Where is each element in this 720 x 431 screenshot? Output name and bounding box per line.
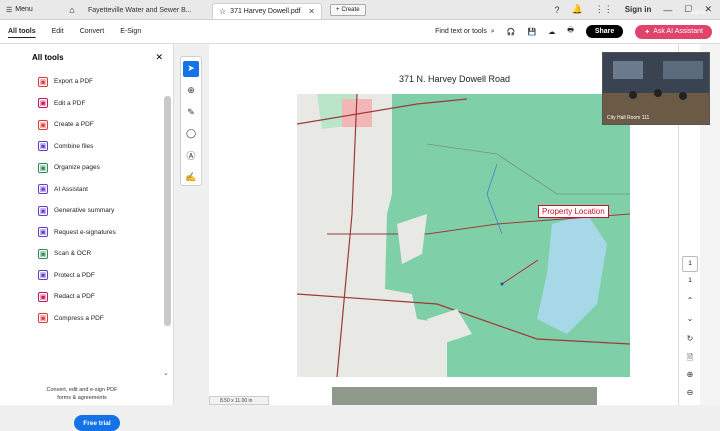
page-number-input[interactable]: 1 bbox=[682, 256, 698, 272]
refresh-icon[interactable]: ↻ bbox=[679, 334, 701, 343]
ai-assistant-button[interactable]: ✦ Ask AI Assistant bbox=[635, 24, 712, 39]
lasso-icon[interactable]: ◯ bbox=[183, 126, 199, 142]
tool-item-label: Create a PDF bbox=[54, 121, 94, 129]
tool-item-combine-files[interactable]: ▣ Combine files bbox=[0, 136, 173, 158]
panel-title: All tools bbox=[32, 53, 64, 62]
close-tab-icon[interactable]: ✕ bbox=[308, 7, 315, 16]
close-window-icon[interactable]: ✕ bbox=[704, 4, 712, 15]
generative-summary-icon: ▣ bbox=[38, 205, 48, 216]
tool-item-label: Compress a PDF bbox=[54, 314, 104, 322]
scan-icon: ▣ bbox=[38, 248, 48, 259]
tool-item-label: Generative summary bbox=[54, 207, 115, 215]
tool-item-edit-a-pdf[interactable]: ▣ Edit a PDF bbox=[0, 93, 173, 115]
tool-item-label: Request e-signatures bbox=[54, 228, 116, 236]
zoom-out-icon[interactable]: ⊖ bbox=[679, 388, 701, 397]
video-overlay: City Hall Room 111 bbox=[602, 52, 710, 125]
page-title: 371 N. Harvey Dowell Road bbox=[399, 74, 511, 84]
hamburger-icon: ☰ bbox=[6, 6, 13, 14]
search-icon: ⌕ bbox=[490, 27, 495, 35]
tool-item-ai-assistant[interactable]: ▣ AI Assistant bbox=[0, 179, 173, 201]
page-size-indicator: 8.50 x 11.00 in bbox=[209, 396, 269, 405]
find-tools-button[interactable]: Find text or tools ⌕ bbox=[435, 28, 495, 36]
tool-item-label: Protect a PDF bbox=[54, 271, 95, 279]
zoom-icon[interactable]: ⊕ bbox=[183, 83, 199, 99]
combine-files-icon: ▣ bbox=[38, 141, 48, 152]
menu-all-tools[interactable]: All tools bbox=[0, 28, 44, 35]
free-trial-button[interactable]: Free trial bbox=[74, 415, 120, 431]
tool-item-request-e-signatures[interactable]: ▣ Request e-signatures bbox=[0, 222, 173, 244]
ai-icon: ✦ bbox=[644, 28, 651, 36]
property-map bbox=[297, 94, 630, 377]
home-icon[interactable]: ⌂ bbox=[62, 5, 82, 15]
tool-item-label: Organize pages bbox=[54, 164, 100, 172]
tool-item-scan-ocr[interactable]: ▣ Scan & OCR bbox=[0, 243, 173, 265]
redact-pdf-icon: ▣ bbox=[38, 291, 48, 302]
property-location-label: Property Location bbox=[538, 205, 609, 218]
select-cursor-icon[interactable]: ➤ bbox=[183, 61, 199, 77]
stamp-icon[interactable]: ✍ bbox=[183, 169, 199, 185]
compress-pdf-icon: ▣ bbox=[38, 313, 48, 324]
create-pdf-icon: ▣ bbox=[38, 119, 48, 130]
cloud-icon[interactable]: ☁ bbox=[548, 28, 555, 36]
tool-item-label: Combine files bbox=[54, 142, 94, 150]
next-page-preview bbox=[332, 387, 597, 405]
zoom-in-icon[interactable]: ⊕ bbox=[679, 370, 701, 379]
panel-scrollbar[interactable] bbox=[164, 96, 171, 326]
bell-icon[interactable]: 🔔 bbox=[571, 4, 582, 15]
menu-esign[interactable]: E-Sign bbox=[112, 28, 149, 35]
plus-icon: + bbox=[336, 6, 340, 13]
tool-item-label: Scan & OCR bbox=[54, 250, 92, 258]
esign-icon: ▣ bbox=[38, 227, 48, 238]
menu-button[interactable]: ☰ Menu bbox=[0, 6, 62, 14]
tool-item-redact-a-pdf[interactable]: ▣ Redact a PDF bbox=[0, 286, 173, 308]
tool-item-protect-a-pdf[interactable]: ▣ Protect a PDF bbox=[0, 265, 173, 287]
edit-pdf-icon: ▣ bbox=[38, 98, 48, 109]
tool-item-label: Redact a PDF bbox=[54, 293, 95, 301]
star-icon[interactable]: ☆ bbox=[219, 7, 226, 16]
tab-fayetteville[interactable]: Fayetteville Water and Sewer B... bbox=[82, 3, 212, 19]
text-select-icon[interactable]: Ⓐ bbox=[183, 148, 199, 164]
property-marker bbox=[500, 282, 504, 286]
pen-icon[interactable]: ✎ bbox=[183, 104, 199, 120]
document-icon[interactable]: 🗎 bbox=[679, 352, 701, 366]
tool-item-export-a-pdf[interactable]: ▣ Export a PDF bbox=[0, 71, 173, 93]
title-bar: ☰ Menu ⌂ Fayetteville Water and Sewer B.… bbox=[0, 0, 720, 20]
chevron-up-icon[interactable]: ⌃ bbox=[679, 296, 701, 305]
share-button[interactable]: Share bbox=[585, 25, 624, 38]
main-toolbar: All tools Edit Convert E-Sign Find text … bbox=[0, 20, 720, 44]
close-panel-icon[interactable]: ✕ bbox=[155, 52, 163, 63]
minimize-icon[interactable]: — bbox=[663, 5, 672, 15]
tool-item-label: AI Assistant bbox=[54, 185, 88, 193]
create-button[interactable]: + Create bbox=[330, 3, 366, 16]
tools-list: ▣ Export a PDF ▣ Edit a PDF ▣ Create a PDF ▣ Co… bbox=[0, 71, 173, 329]
apps-icon[interactable]: ⋮⋮ bbox=[595, 4, 613, 15]
headphones-icon[interactable]: 🎧 bbox=[507, 28, 516, 36]
tool-item-create-a-pdf[interactable]: ▣ Create a PDF bbox=[0, 114, 173, 136]
annotation-toolstrip: ➤ ⊕ ✎ ◯ Ⓐ ✍ bbox=[180, 56, 202, 186]
tool-item-generative-summary[interactable]: ▣ Generative summary bbox=[0, 200, 173, 222]
tab-harvey-dowell[interactable]: ☆ 371 Harvey Dowell.pdf ✕ bbox=[212, 2, 322, 19]
protect-pdf-icon: ▣ bbox=[38, 270, 48, 281]
export-pdf-icon: ▣ bbox=[38, 76, 48, 87]
ai-assistant-icon: ▣ bbox=[38, 184, 48, 195]
print-icon[interactable]: 🖶 bbox=[567, 26, 574, 37]
tool-item-label: Edit a PDF bbox=[54, 99, 86, 107]
page-total: 1 bbox=[688, 278, 692, 284]
tool-item-organize-pages[interactable]: ▣ Organize pages bbox=[0, 157, 173, 179]
video-sign-overlay: Sign in bbox=[690, 10, 706, 16]
organize-pages-icon: ▣ bbox=[38, 162, 48, 173]
video-caption: City Hall Room 111 bbox=[607, 115, 650, 121]
tool-item-compress-a-pdf[interactable]: ▣ Compress a PDF bbox=[0, 308, 173, 330]
save-icon[interactable]: 💾 bbox=[528, 28, 537, 36]
menu-convert[interactable]: Convert bbox=[72, 28, 113, 35]
chevron-down-icon[interactable]: ⌄ bbox=[679, 314, 701, 323]
chevron-down-icon[interactable]: ⌄ bbox=[163, 369, 169, 377]
help-icon[interactable]: ? bbox=[554, 5, 559, 15]
panel-footer-text: Convert, edit and e-sign PDF forms & agr… bbox=[46, 387, 118, 401]
menu-edit[interactable]: Edit bbox=[44, 28, 72, 35]
tool-item-label: Export a PDF bbox=[54, 78, 94, 86]
sign-in-button[interactable]: Sign in bbox=[625, 5, 652, 14]
all-tools-panel: All tools ✕ ▣ Export a PDF ▣ Edit a PDF ▣ Cre… bbox=[0, 44, 174, 431]
